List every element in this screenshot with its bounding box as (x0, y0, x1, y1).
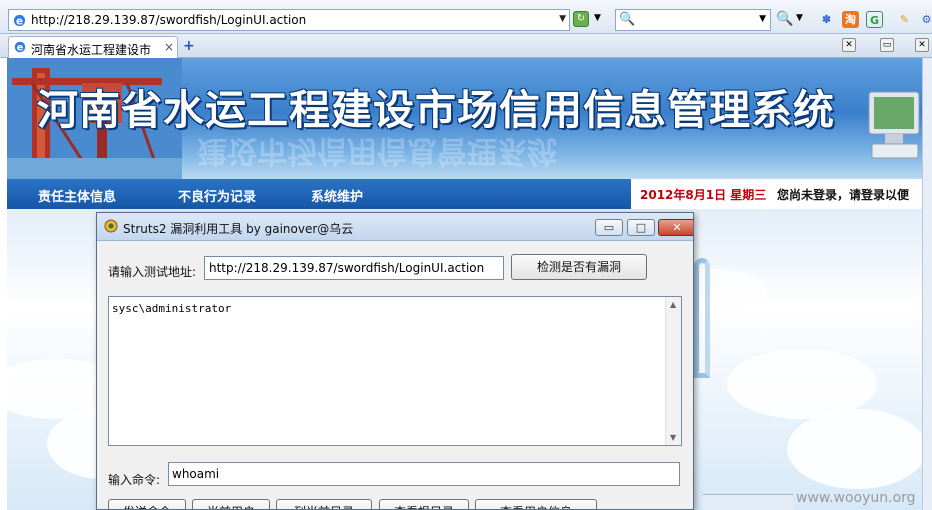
watermark: www.wooyun.org (796, 490, 916, 506)
tab-close-icon[interactable]: × (164, 40, 174, 54)
url-input[interactable]: http://218.29.139.87/swordfish/LoginUI.a… (204, 256, 504, 280)
current-date: 2012年8月1日 星期三 (640, 188, 767, 202)
search-go-icon[interactable]: 🔍 (776, 11, 793, 27)
view-root-button[interactable]: 查看根目录 (379, 499, 469, 509)
close-icon[interactable]: ✕ (915, 38, 929, 52)
window-icon[interactable]: ▭ (880, 38, 894, 52)
app-icon (104, 219, 118, 233)
new-tab-button[interactable]: + (183, 38, 195, 54)
address-bar[interactable]: e http://218.29.139.87/swordfish/LoginUI… (8, 9, 570, 31)
tab-strip: e 河南省水运工程建设市 × + ✕ ▭ ✕ (0, 34, 932, 58)
current-user-button[interactable]: 当前用户 (192, 499, 270, 509)
login-notice: 您尚未登录，请登录以便 (777, 188, 910, 202)
browser-toolbar: e http://218.29.139.87/swordfish/LoginUI… (0, 0, 932, 34)
url-label: 请输入测试地址: (108, 265, 197, 279)
pencil-icon[interactable]: ✎ (896, 11, 913, 28)
tab-current[interactable]: e 河南省水运工程建设市 × (8, 36, 178, 58)
nav-item-responsible-subject[interactable]: 责任主体信息 (38, 186, 116, 205)
svg-text:e: e (16, 15, 23, 27)
page-scrollbar[interactable] (922, 58, 932, 510)
nav-item-system-maintenance[interactable]: 系统维护 (311, 186, 363, 205)
minimize-button[interactable]: ▭ (595, 219, 623, 236)
output-text: sysc\administrator (112, 302, 232, 315)
scroll-up-icon[interactable]: ▲ (670, 300, 676, 309)
window-title: Struts2 漏洞利用工具 by gainover@乌云 (123, 222, 354, 236)
taobao-icon[interactable]: 淘 (842, 11, 859, 28)
site-title: 河南省水运工程建设市场信用信息管理系统 (37, 86, 835, 134)
site-title-reflection: 建设市场信用信息管理系统 (197, 133, 557, 168)
svg-text:e: e (17, 43, 24, 54)
site-nav: 责任主体信息 不良行为记录 系统维护 2012年8月1日 星期三 您尚未登录，请… (7, 179, 922, 209)
refresh-icon[interactable]: ↻ (573, 11, 589, 27)
tab-label: 河南省水运工程建设市 (31, 43, 152, 57)
site-banner: 河南省水运工程建设市场信用信息管理系统 建设市场信用信息管理系统 (7, 58, 922, 179)
window-titlebar[interactable]: Struts2 漏洞利用工具 by gainover@乌云 ▭ □ ✕ (97, 213, 693, 241)
list-directory-button[interactable]: 列当前目录 (276, 499, 372, 509)
send-command-button[interactable]: 发送命令 (108, 499, 186, 509)
struts2-tool-window: Struts2 漏洞利用工具 by gainover@乌云 ▭ □ ✕ 请输入测… (96, 212, 694, 510)
maximize-button[interactable]: □ (627, 219, 655, 236)
search-dropdown-icon[interactable]: ▼ (759, 14, 766, 24)
ie-tab-icon: e (14, 41, 26, 54)
command-label: 输入命令: (108, 473, 161, 487)
search-icon: 🔍 (619, 12, 636, 27)
g-icon[interactable]: G (866, 11, 883, 28)
tools-icon[interactable]: ⚙ (918, 11, 932, 28)
baidu-paw-icon[interactable]: ✽ (818, 11, 835, 28)
status-strip (703, 494, 793, 510)
ie-page-icon: e (13, 14, 26, 27)
scroll-down-icon[interactable]: ▼ (670, 433, 676, 442)
close-button[interactable]: ✕ (658, 219, 693, 236)
output-textarea[interactable]: sysc\administrator ▲ ▼ (108, 296, 682, 446)
chevron-down-icon[interactable]: ▼ (594, 13, 601, 23)
chevron-down-icon[interactable]: ▼ (796, 13, 803, 23)
stop-icon[interactable]: ✕ (842, 38, 856, 52)
check-vulnerability-button[interactable]: 检测是否有漏洞 (511, 254, 647, 280)
nav-item-bad-behavior[interactable]: 不良行为记录 (178, 186, 256, 205)
view-user-info-button[interactable]: 查看用户信息 (475, 499, 597, 509)
search-input[interactable]: 🔍 ▼ (615, 9, 771, 31)
decorative-pipe (694, 258, 710, 378)
cloud-shape (787, 409, 922, 489)
output-scrollbar[interactable]: ▲ ▼ (665, 297, 681, 445)
command-input[interactable]: whoami (168, 462, 680, 486)
date-login-area: 2012年8月1日 星期三 您尚未登录，请登录以便 (631, 179, 922, 209)
computer-monitor-image (868, 91, 920, 159)
address-text[interactable]: http://218.29.139.87/swordfish/LoginUI.a… (31, 13, 306, 27)
address-dropdown-icon[interactable]: ▼ (559, 14, 566, 24)
